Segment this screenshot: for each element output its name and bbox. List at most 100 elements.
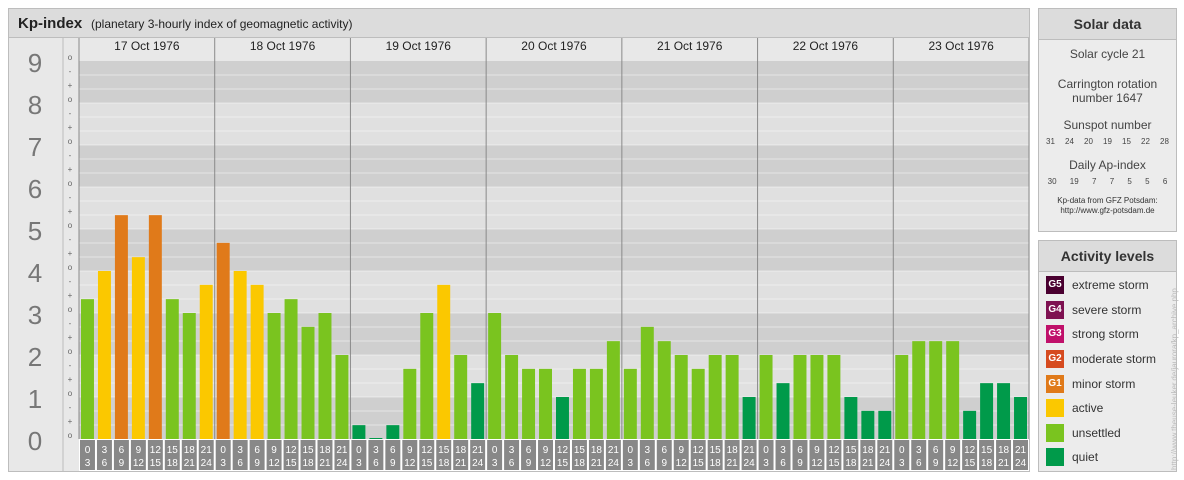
- kp-bar: [267, 313, 281, 439]
- slot-label-end: 24: [1015, 458, 1027, 469]
- kp-bar: [963, 410, 977, 439]
- chart-title-bar: Kp-index (planetary 3-hourly index of ge…: [9, 9, 1029, 38]
- slot-label-end: 18: [981, 458, 993, 469]
- slot-label-end: 6: [237, 458, 243, 469]
- kp-bar: [657, 341, 671, 439]
- sunspot-value: 15: [1122, 137, 1131, 146]
- y-minor-mark: +: [68, 81, 73, 90]
- kp-bar: [946, 341, 960, 439]
- kp-bar: [776, 383, 790, 439]
- slot-label-end: 24: [879, 458, 891, 469]
- slot-label-start: 21: [472, 445, 484, 456]
- slot-label-start: 12: [964, 445, 976, 456]
- legend-item: G4 severe storm: [1039, 298, 1176, 323]
- solar-data-title: Solar data: [1039, 9, 1176, 40]
- data-credit-url: http://www.gfz-potsdam.de: [1060, 206, 1155, 215]
- legend-swatch: [1046, 448, 1064, 467]
- kp-bar: [81, 299, 94, 439]
- kp-bar: [352, 425, 366, 439]
- kp-chart-panel: 0 1 2 3 4 5 6 7 8 9 o + - o + - o + - o + - o + - o + - o + - o + - o + - o 17…: [8, 8, 1030, 472]
- slot-label-start: 6: [526, 445, 532, 456]
- y-minor-mark: +: [68, 375, 73, 384]
- kp-level-band: [79, 103, 1029, 145]
- slot-label-start: 9: [678, 445, 684, 456]
- slot-label-end: 3: [763, 458, 769, 469]
- slot-label-start: 9: [271, 445, 277, 456]
- slot-label-end: 3: [220, 458, 226, 469]
- ap-value: 7: [1109, 177, 1115, 186]
- slot-label-end: 3: [492, 458, 498, 469]
- slot-label-start: 0: [628, 445, 634, 456]
- slot-label-end: 18: [845, 458, 857, 469]
- slot-label-start: 12: [557, 445, 569, 456]
- slot-label-start: 0: [85, 445, 91, 456]
- slot-label-start: 15: [710, 445, 722, 456]
- ap-index-title: Daily Ap-index: [1069, 158, 1146, 172]
- data-credit: Kp-data from GFZ Potsdam:: [1057, 196, 1158, 205]
- slot-label-end: 3: [628, 458, 634, 469]
- slot-label-end: 18: [710, 458, 722, 469]
- slot-label-start: 3: [780, 445, 786, 456]
- slot-label-start: 9: [407, 445, 413, 456]
- legend-swatch: G4: [1046, 300, 1064, 319]
- slot-label-start: 9: [814, 445, 820, 456]
- legend-swatch: [1046, 399, 1064, 418]
- slot-label-start: 18: [591, 445, 603, 456]
- legend-swatch: [1046, 423, 1064, 442]
- slot-label-start: 15: [438, 445, 450, 456]
- y-minor-mark: -: [69, 277, 72, 286]
- legend-label: strong storm: [1072, 327, 1139, 342]
- kp-bar: [488, 313, 502, 439]
- sunspot-title: Sunspot number: [1063, 118, 1152, 132]
- slot-label-start: 18: [455, 445, 467, 456]
- slot-label-start: 21: [1015, 445, 1027, 456]
- slot-label-end: 6: [916, 458, 922, 469]
- ap-value: 7: [1091, 177, 1097, 186]
- carrington-rotation: Carrington rotation: [1057, 77, 1158, 91]
- legend-label: active: [1072, 401, 1104, 416]
- sunspot-value: 28: [1160, 137, 1169, 146]
- kp-bar: [301, 326, 315, 439]
- y-minor-mark: o: [68, 221, 73, 230]
- ap-value: 5: [1127, 177, 1132, 186]
- slot-label-start: 3: [645, 445, 651, 456]
- slot-label-end: 9: [661, 458, 667, 469]
- slot-label-end: 6: [373, 458, 379, 469]
- slot-label-end: 24: [472, 458, 484, 469]
- slot-label-end: 24: [608, 458, 620, 469]
- slot-label-end: 12: [947, 458, 959, 469]
- kp-bar: [284, 299, 298, 439]
- y-axis-label: 4: [28, 258, 42, 288]
- slot-label-start: 0: [356, 445, 362, 456]
- kp-bar: [589, 368, 603, 439]
- slot-label-end: 15: [828, 458, 840, 469]
- slot-label-end: 9: [254, 458, 260, 469]
- kp-bar: [318, 313, 332, 439]
- source-watermark: http://www.theuse-leuker.de/jaurora/kp_a…: [1170, 288, 1179, 470]
- y-minor-mark: +: [68, 165, 73, 174]
- sunspot-value: 24: [1065, 137, 1074, 146]
- y-minor-mark: o: [68, 347, 73, 356]
- kp-bar: [623, 368, 637, 439]
- slot-label-start: 15: [167, 445, 179, 456]
- slot-label-end: 9: [390, 458, 396, 469]
- kp-chart: 0123456789o+-o+-o+-o+-o+-o+-o+-o+-o+-o17…: [28, 38, 1029, 471]
- kp-bar: [471, 383, 485, 439]
- slot-label-start: 15: [302, 445, 314, 456]
- kp-bar: [335, 355, 349, 439]
- kp-bar: [997, 383, 1011, 439]
- ap-value: 30: [1047, 177, 1057, 186]
- y-axis-label: 8: [28, 90, 42, 120]
- slot-label-end: 21: [319, 458, 331, 469]
- kp-level-band: [79, 145, 1029, 187]
- slot-label-start: 18: [998, 445, 1010, 456]
- legend-item: quiet: [1039, 445, 1176, 470]
- kp-bar: [793, 355, 807, 439]
- kp-bar: [759, 355, 773, 439]
- slot-label-start: 21: [201, 445, 213, 456]
- ap-value: 6: [1162, 177, 1168, 186]
- slot-label-end: 21: [455, 458, 467, 469]
- slot-label-start: 6: [797, 445, 803, 456]
- kp-bar: [233, 271, 247, 439]
- y-minor-mark: -: [69, 235, 72, 244]
